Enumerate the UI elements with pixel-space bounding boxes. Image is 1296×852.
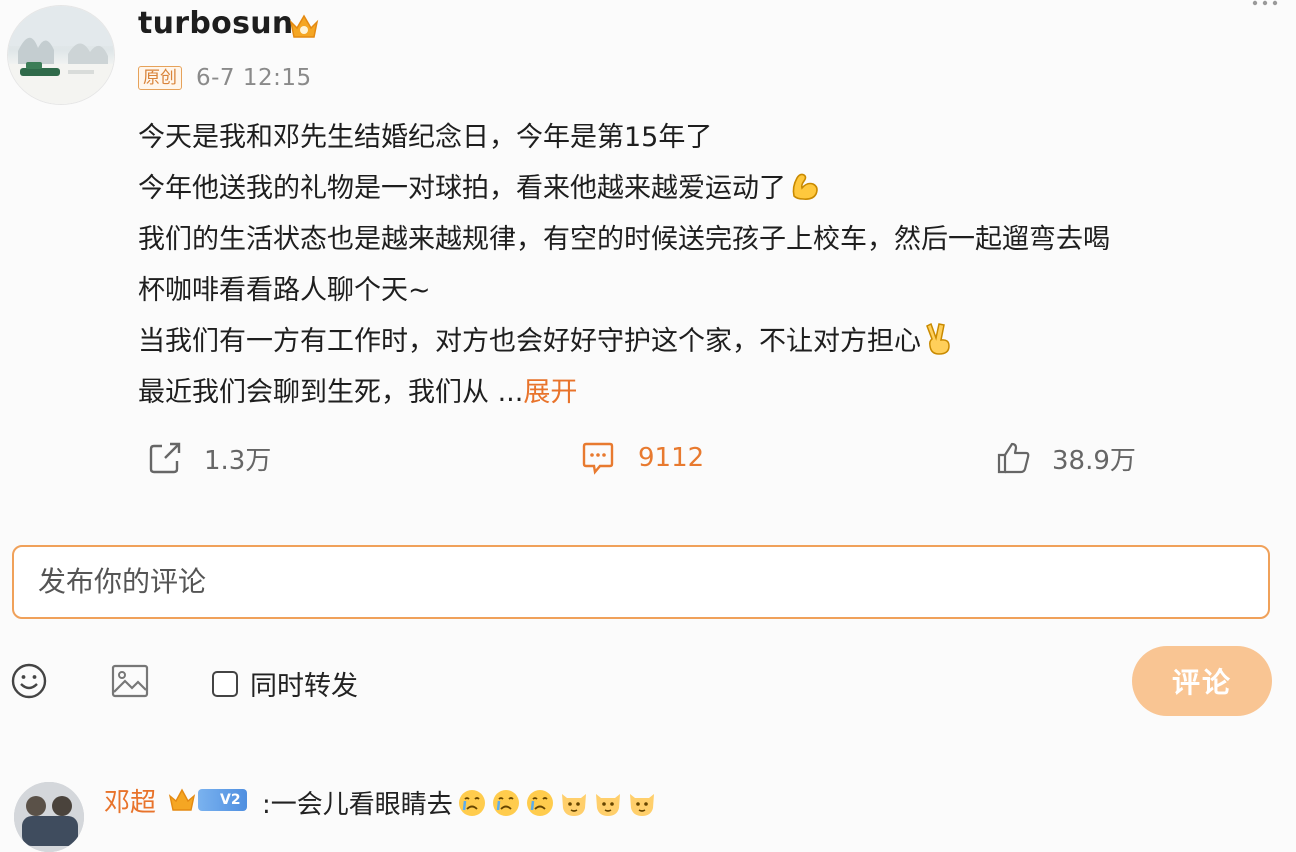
reply-content: :一会儿看眼睛去 bbox=[262, 784, 657, 821]
reply-avatar[interactable] bbox=[14, 782, 84, 852]
victory-hand-icon bbox=[926, 322, 950, 355]
vip-crown-icon bbox=[168, 788, 196, 811]
repost-checkbox[interactable]: 同时转发 bbox=[212, 664, 358, 703]
thumbs-up-icon bbox=[997, 442, 1030, 474]
crying-face-icon bbox=[492, 789, 519, 816]
like-button[interactable]: 38.9万 bbox=[996, 436, 1136, 480]
like-count: 38.9万 bbox=[1052, 445, 1136, 476]
repost-count: 1.3万 bbox=[204, 445, 272, 476]
comment-button[interactable]: 9112 bbox=[580, 436, 704, 480]
crying-face-icon bbox=[458, 789, 485, 816]
crying-face-icon bbox=[526, 789, 553, 816]
post-line: 杯咖啡看看路人聊个天~ bbox=[138, 275, 431, 306]
dog-face-icon bbox=[595, 793, 620, 816]
flexed-biceps-icon bbox=[792, 173, 818, 200]
reply-badges: V2 bbox=[168, 788, 247, 812]
share-icon bbox=[149, 442, 181, 474]
post-time[interactable]: 6-7 12:15 bbox=[196, 65, 312, 91]
submit-comment-button[interactable]: 评论 bbox=[1132, 646, 1272, 716]
post-line: 我们的生活状态也是越来越规律，有空的时候送完孩子上校车，然后一起遛弯去喝 bbox=[138, 224, 1110, 255]
username[interactable]: turbosun bbox=[138, 6, 294, 41]
image-icon[interactable] bbox=[110, 662, 150, 700]
dog-face-icon bbox=[629, 793, 654, 816]
repost-button[interactable]: 1.3万 bbox=[148, 436, 271, 480]
reply-username[interactable]: 邓超 bbox=[104, 782, 156, 819]
repost-checkbox-label: 同时转发 bbox=[250, 671, 358, 702]
post-line: 今天是我和邓先生结婚纪念日，今年是第15年了 bbox=[138, 122, 713, 153]
user-avatar[interactable] bbox=[8, 6, 114, 104]
original-badge: 原创 bbox=[138, 66, 182, 90]
post-line: 今年他送我的礼物是一对球拍，看来他越来越爱运动了 bbox=[138, 163, 1278, 214]
reply-text: :一会儿看眼睛去 bbox=[262, 790, 453, 820]
vip-crown-icon bbox=[289, 14, 319, 38]
level-badge: V2 bbox=[198, 789, 247, 811]
comment-icon bbox=[582, 442, 614, 475]
emoji-icon[interactable] bbox=[10, 662, 48, 700]
post-line: 当我们有一方有工作时，对方也会好好守护这个家，不让对方担心 bbox=[138, 316, 1278, 367]
dog-face-icon bbox=[561, 793, 586, 816]
expand-link[interactable]: 展开 bbox=[523, 377, 577, 408]
post-content: 今天是我和邓先生结婚纪念日，今年是第15年了 今年他送我的礼物是一对球拍，看来他… bbox=[138, 112, 1278, 418]
checkbox[interactable] bbox=[212, 670, 238, 697]
comment-input[interactable] bbox=[12, 545, 1270, 619]
more-options-icon[interactable] bbox=[1250, 0, 1280, 10]
comment-count: 9112 bbox=[638, 443, 705, 473]
post-line: 最近我们会聊到生死，我们从 ...展开 bbox=[138, 377, 578, 408]
post-meta: 原创 6-7 12:15 bbox=[138, 62, 312, 94]
